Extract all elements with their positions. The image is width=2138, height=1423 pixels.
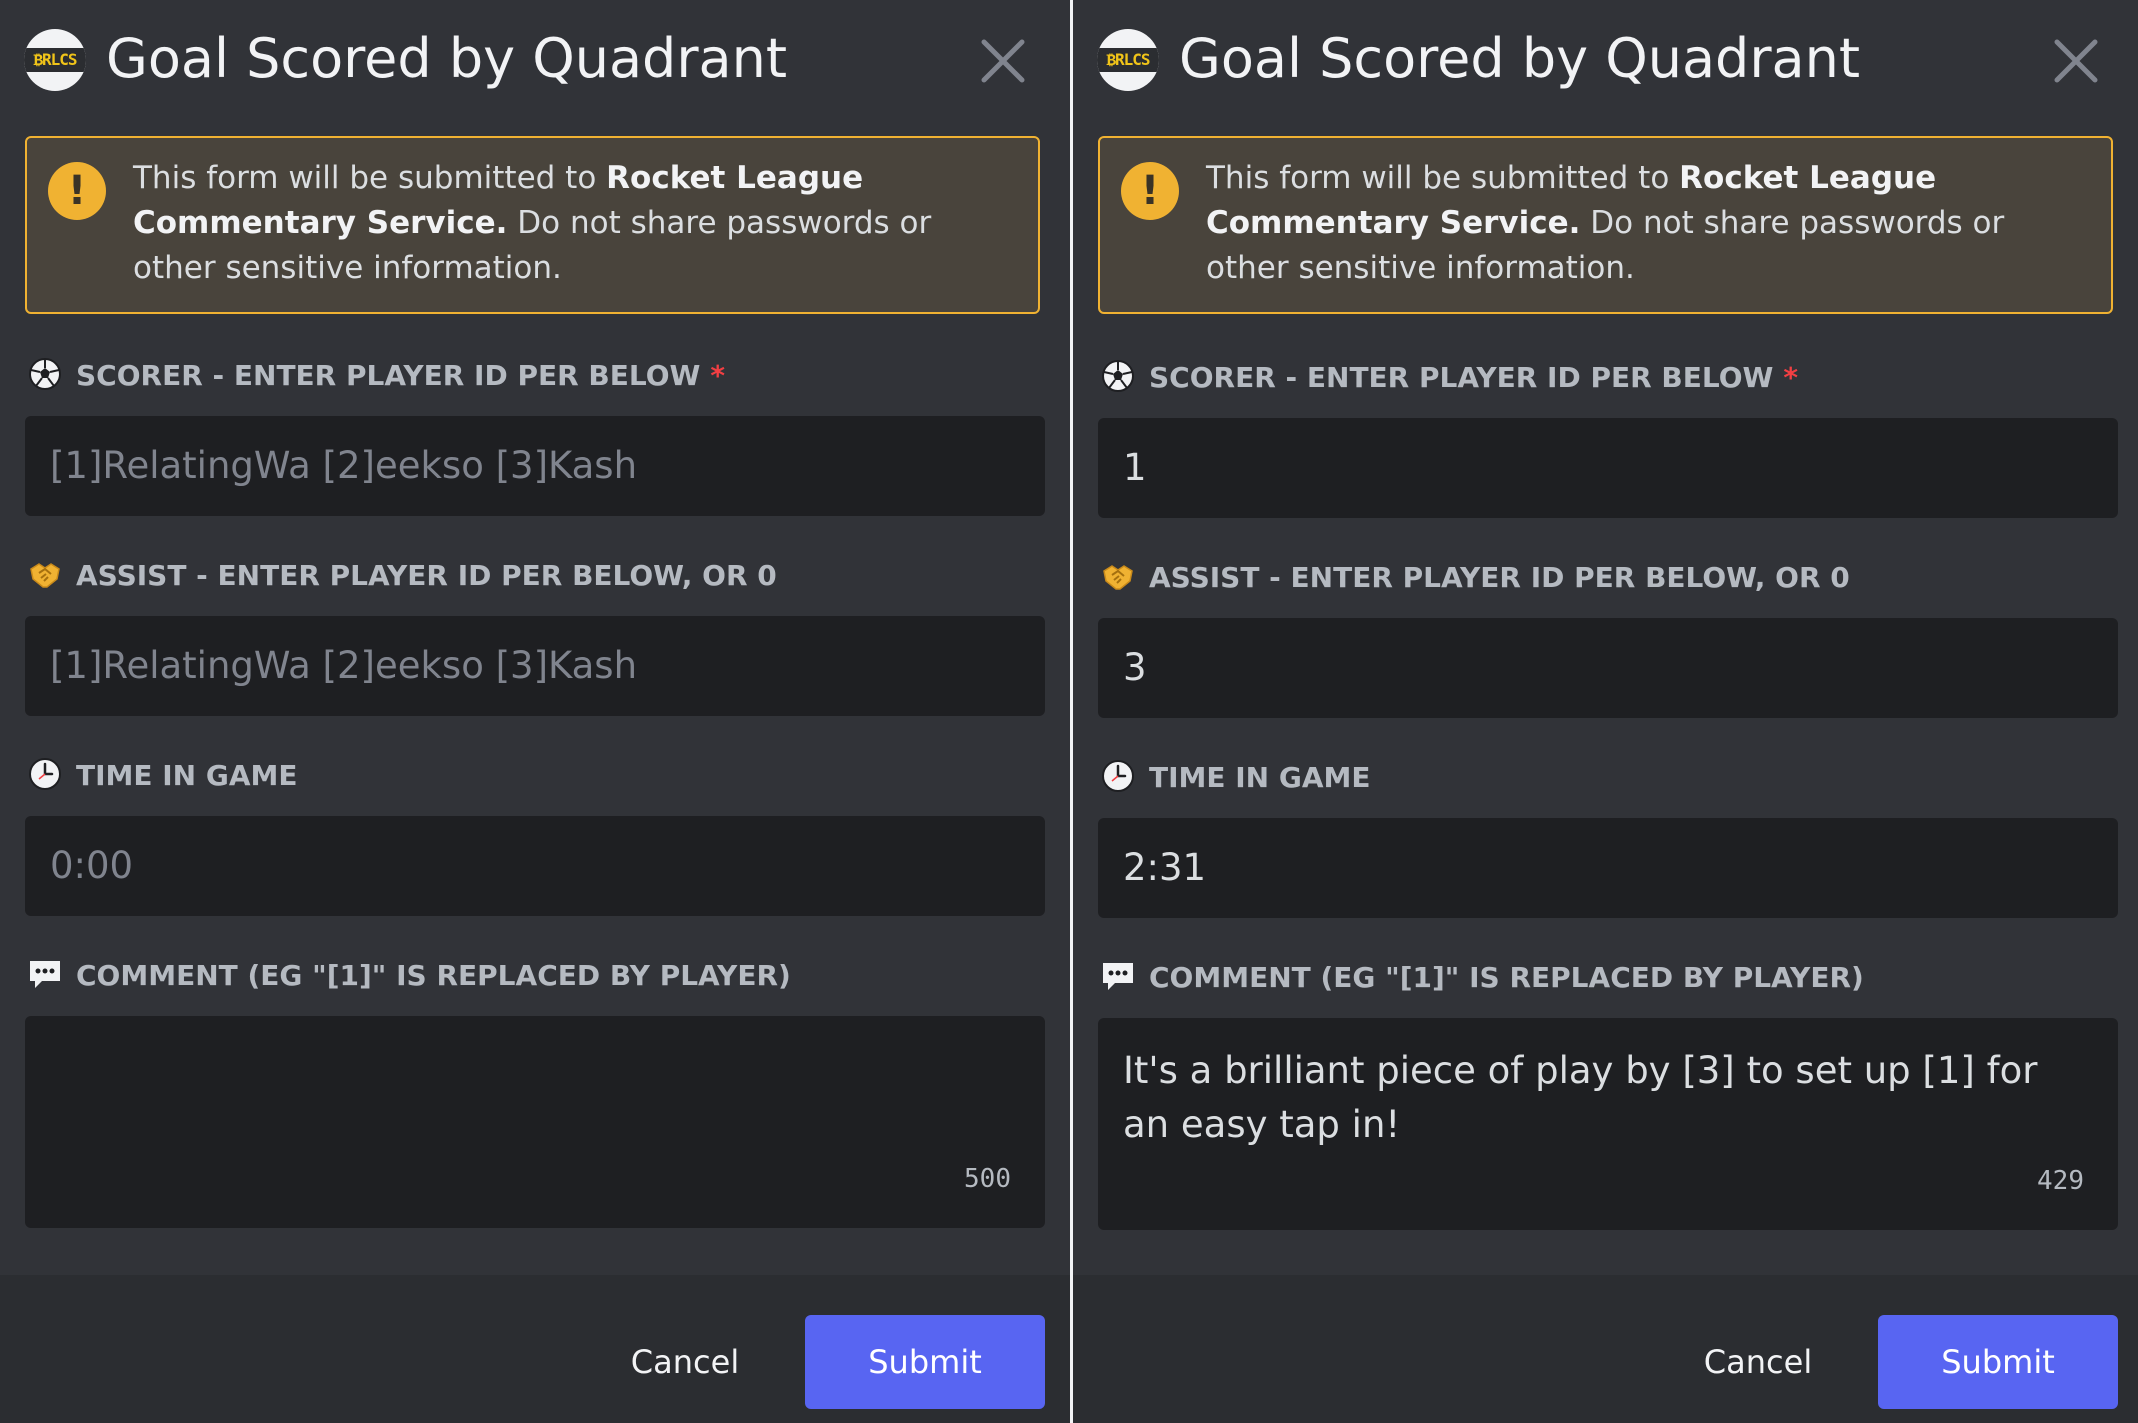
- modal-title: Goal Scored by Quadrant: [106, 27, 788, 90]
- soccer-ball-icon: [29, 358, 61, 390]
- clock-icon: [1102, 760, 1134, 792]
- cancel-button[interactable]: Cancel: [1673, 1315, 1843, 1409]
- modal-header: ₿RLCS Goal Scored by Quadrant: [1073, 0, 2138, 120]
- comment-label: COMMENT (EG "[1]" IS REPLACED BY PLAYER): [28, 954, 791, 998]
- close-icon[interactable]: [2053, 38, 2099, 84]
- rlcs-logo: ₿RLCS: [24, 29, 86, 91]
- clock-icon: [29, 758, 61, 790]
- handshake-icon: [30, 563, 60, 588]
- assist-input[interactable]: 3: [1098, 618, 2118, 718]
- modal-footer: Cancel Submit: [1073, 1275, 2138, 1423]
- modal-title: Goal Scored by Quadrant: [1179, 27, 1861, 90]
- submit-button[interactable]: Submit: [805, 1315, 1045, 1409]
- handshake-icon: [1103, 565, 1133, 590]
- modal-left: ₿RLCS Goal Scored by Quadrant ! This for…: [0, 0, 1070, 1423]
- warning-notice: ! This form will be submitted to Rocket …: [1098, 136, 2113, 314]
- exclamation-icon: !: [48, 162, 106, 220]
- rlcs-logo: ₿RLCS: [1097, 29, 1159, 91]
- close-icon[interactable]: [980, 38, 1026, 84]
- notice-text: This form will be submitted to Rocket Le…: [1206, 160, 2005, 286]
- assist-input[interactable]: [1]RelatingWa [2]eekso [3]Kash: [25, 616, 1045, 716]
- time-input[interactable]: 0:00: [25, 816, 1045, 916]
- modal-right: ₿RLCS Goal Scored by Quadrant ! This for…: [1073, 0, 2138, 1423]
- speech-bubble-icon: [1103, 963, 1133, 990]
- submit-button[interactable]: Submit: [1878, 1315, 2118, 1409]
- assist-label: ASSIST - ENTER PLAYER ID PER BELOW, OR 0: [28, 554, 777, 598]
- notice-text: This form will be submitted to Rocket Le…: [133, 160, 932, 286]
- comment-label: COMMENT (EG "[1]" IS REPLACED BY PLAYER): [1101, 956, 1864, 1000]
- warning-notice: ! This form will be submitted to Rocket …: [25, 136, 1040, 314]
- modal-footer: Cancel Submit: [0, 1275, 1070, 1423]
- scorer-label: SCORER - ENTER PLAYER ID PER BELOW *: [28, 354, 725, 398]
- comment-textarea[interactable]: It's a brilliant piece of play by [3] to…: [1098, 1018, 2118, 1230]
- time-label: TIME IN GAME: [1101, 756, 1371, 800]
- scorer-input[interactable]: [1]RelatingWa [2]eekso [3]Kash: [25, 416, 1045, 516]
- assist-label: ASSIST - ENTER PLAYER ID PER BELOW, OR 0: [1101, 556, 1850, 600]
- comment-textarea[interactable]: 500: [25, 1016, 1045, 1228]
- modal-header: ₿RLCS Goal Scored by Quadrant: [0, 0, 1070, 120]
- scorer-label: SCORER - ENTER PLAYER ID PER BELOW *: [1101, 356, 1798, 400]
- scorer-input[interactable]: 1: [1098, 418, 2118, 518]
- time-input[interactable]: 2:31: [1098, 818, 2118, 918]
- exclamation-icon: !: [1121, 162, 1179, 220]
- speech-bubble-icon: [30, 961, 60, 988]
- time-label: TIME IN GAME: [28, 754, 298, 798]
- soccer-ball-icon: [1102, 360, 1134, 392]
- character-counter: 429: [2037, 1166, 2084, 1196]
- character-counter: 500: [964, 1164, 1011, 1194]
- cancel-button[interactable]: Cancel: [600, 1315, 770, 1409]
